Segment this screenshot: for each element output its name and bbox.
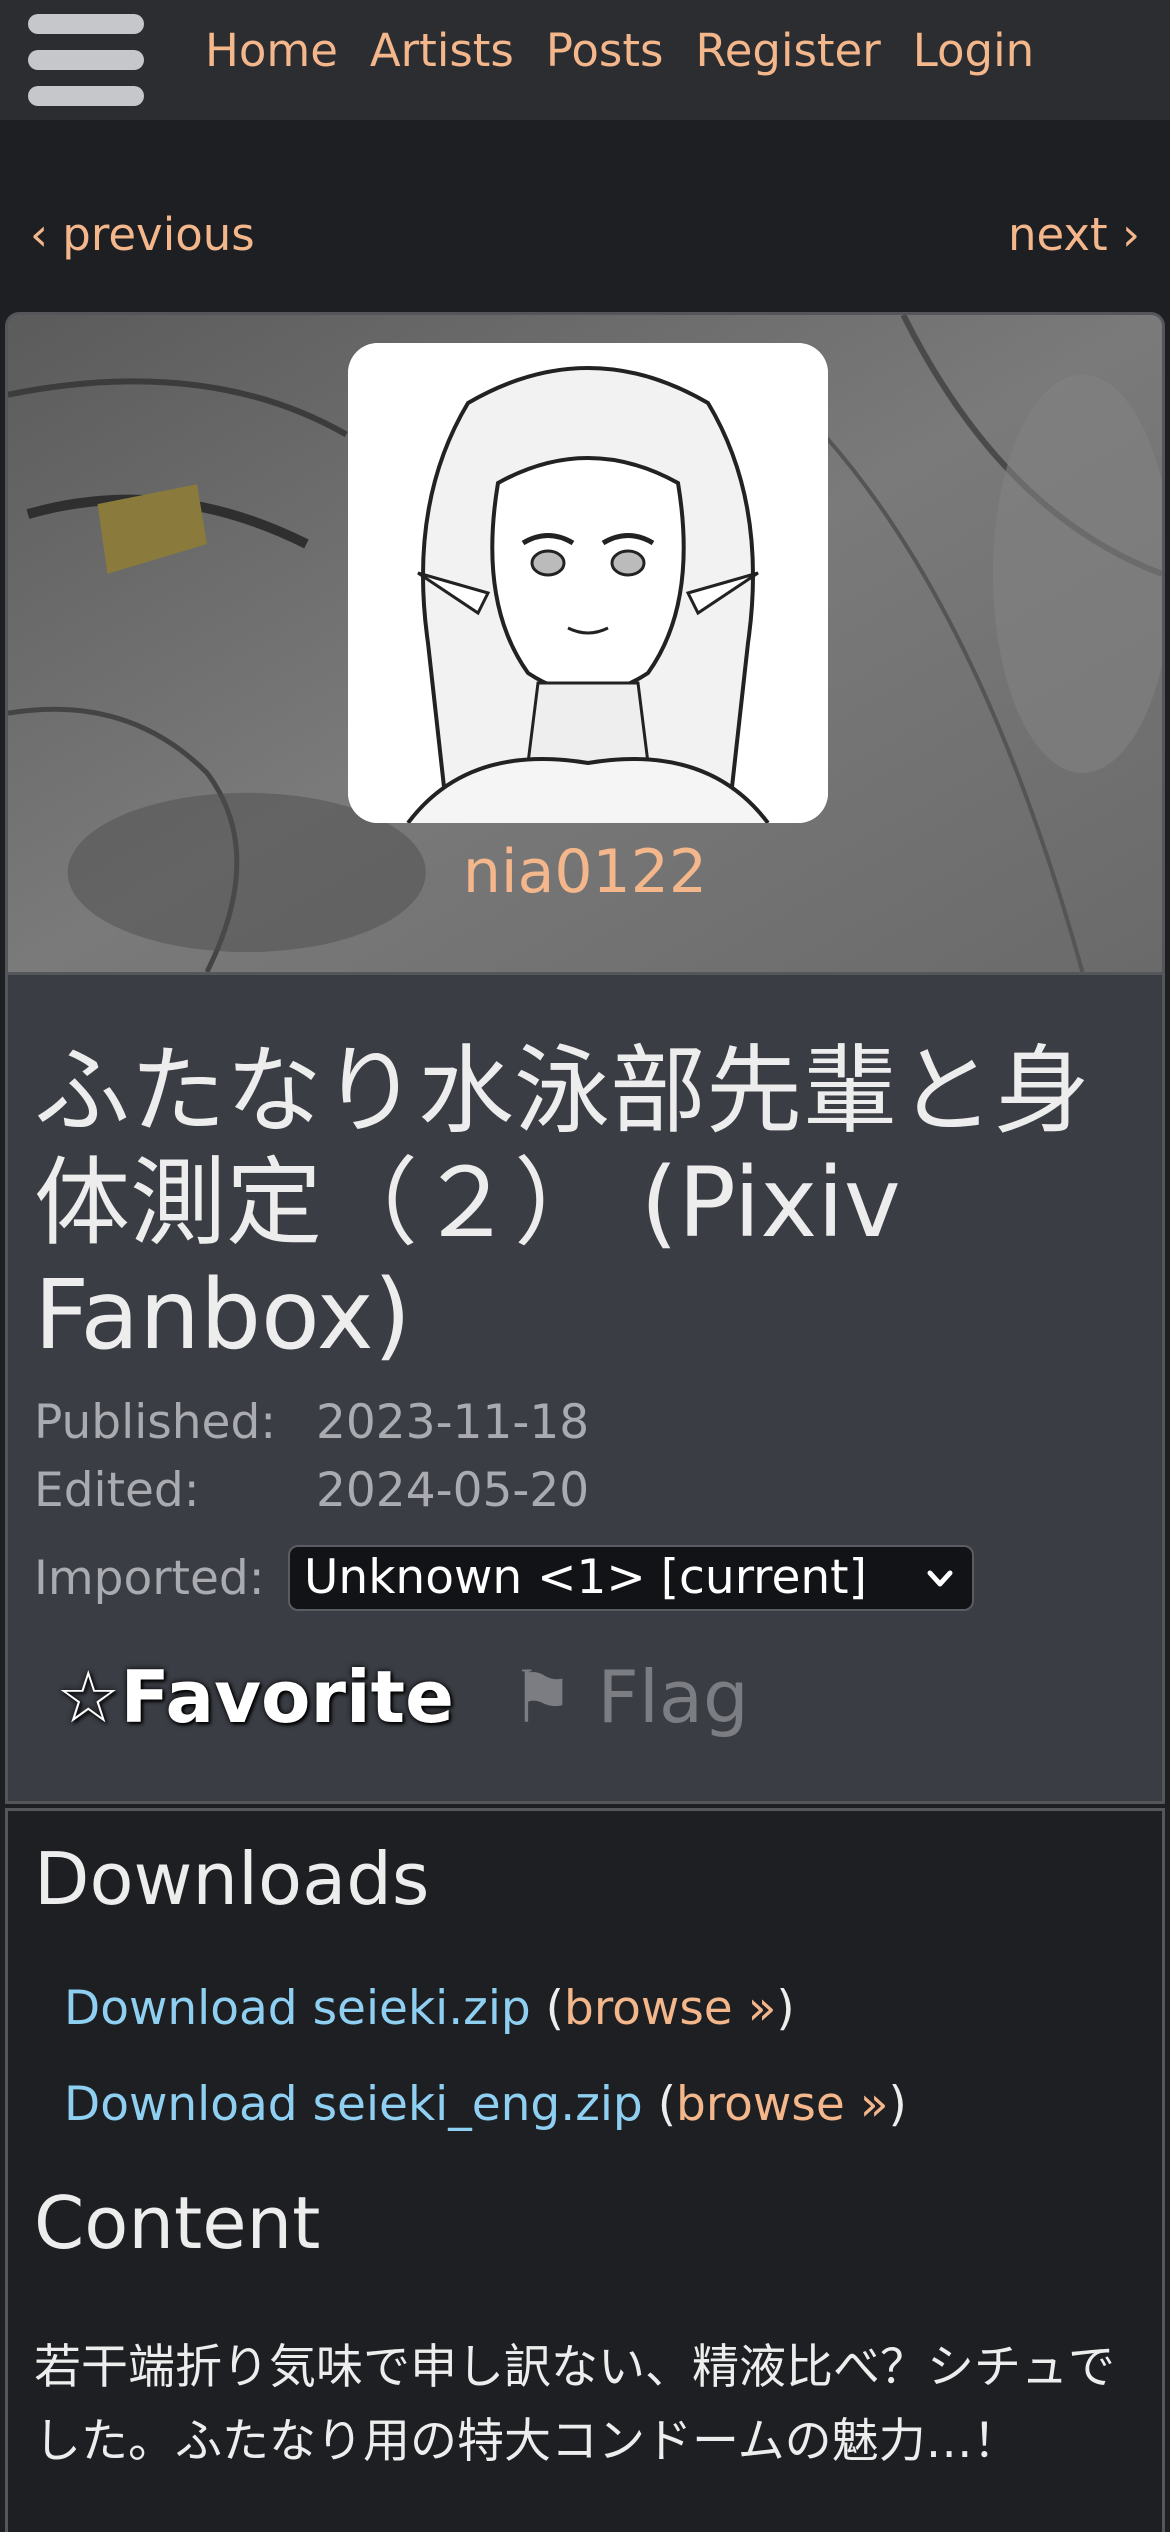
nav-login-link[interactable]: Login (913, 24, 1034, 77)
nav-posts-link[interactable]: Posts (546, 24, 664, 77)
post-title: ふたなり水泳部先輩と身体測定（２） (Pixiv Fanbox) (34, 1035, 1090, 1371)
artist-avatar[interactable] (348, 343, 828, 823)
imported-label: Imported: (34, 1551, 265, 1606)
artist-name[interactable]: nia0122 (8, 837, 1162, 907)
top-nav-bar: Home Artists Posts Register Login (0, 0, 1170, 120)
flag-button[interactable]: ⚑ Flag (510, 1655, 749, 1739)
published-label: Published: (34, 1395, 277, 1450)
paren-close: ) (888, 2077, 907, 2132)
edited-row: Edited: 2024-05-20 (34, 1463, 589, 1518)
previous-post-link[interactable]: ‹ previous (30, 208, 255, 261)
download-item: Download seieki_eng.zip (browse ») (64, 2077, 907, 2132)
imported-revision-value: Unknown <1> [current] (304, 1550, 867, 1605)
published-date: 2023-11-18 (316, 1395, 590, 1450)
content-heading: Content (34, 2181, 321, 2265)
avatar-image (348, 343, 828, 823)
download-link[interactable]: Download seieki.zip (64, 1981, 531, 2036)
next-post-link[interactable]: next › (1008, 208, 1140, 261)
imported-revision-select[interactable]: Unknown <1> [current] (288, 1545, 974, 1611)
paren-open: ( (530, 1981, 564, 2036)
nav-home-link[interactable]: Home (205, 24, 338, 77)
downloads-heading: Downloads (34, 1837, 430, 1921)
post-info-panel: ふたなり水泳部先輩と身体測定（２） (Pixiv Fanbox) Publish… (5, 972, 1165, 1804)
nav-register-link[interactable]: Register (695, 24, 880, 77)
downloads-content-section: Downloads Download seieki.zip (browse »)… (5, 1808, 1165, 2532)
paren-close: ) (776, 1981, 795, 2036)
browse-link[interactable]: browse » (564, 1981, 776, 2036)
download-item: Download seieki.zip (browse ») (64, 1981, 795, 2036)
nav-artists-link[interactable]: Artists (370, 24, 514, 77)
download-link[interactable]: Download seieki_eng.zip (64, 2077, 643, 2132)
content-text: 若干端折り気味で申し訳ない、精液比べ？シチュでした。ふたなり用の特大コンドームの… (34, 2340, 1115, 2469)
hamburger-menu-icon[interactable] (28, 14, 144, 106)
published-row: Published: 2023-11-18 (34, 1395, 589, 1450)
chevron-down-icon (927, 1570, 953, 1587)
favorite-button[interactable]: ☆Favorite (56, 1655, 454, 1739)
edited-date: 2024-05-20 (316, 1463, 590, 1518)
browse-link[interactable]: browse » (676, 2077, 888, 2132)
nav-links: Home Artists Posts Register Login (205, 24, 1066, 77)
artist-banner[interactable]: nia0122 (5, 312, 1165, 972)
paren-open: ( (642, 2077, 677, 2132)
edited-label: Edited: (34, 1463, 200, 1518)
